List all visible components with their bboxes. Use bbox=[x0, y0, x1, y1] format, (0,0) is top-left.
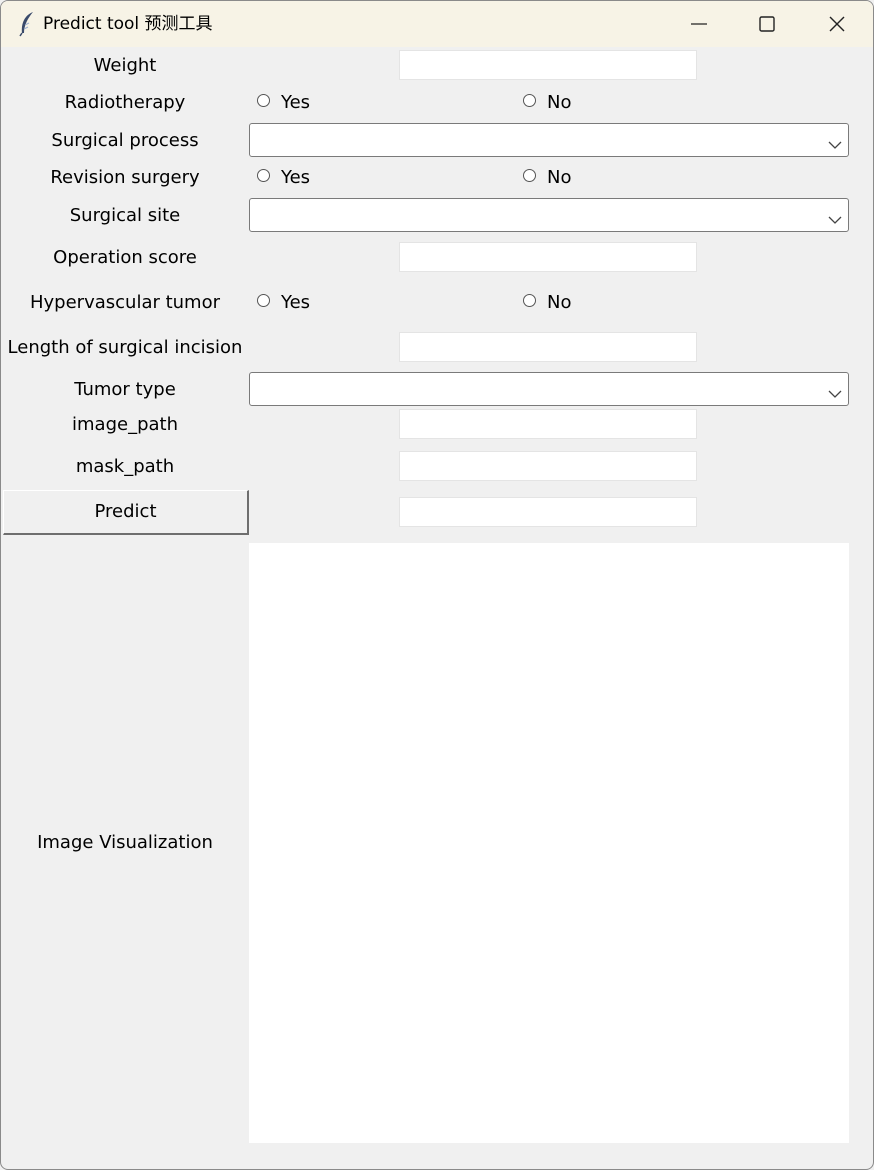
minimize-button[interactable] bbox=[665, 1, 733, 47]
incision-length-label: Length of surgical incision bbox=[7, 337, 243, 358]
window-title: Predict tool 预测工具 bbox=[43, 14, 213, 34]
surgical-process-combobox[interactable] bbox=[249, 123, 849, 157]
radio-circle-icon bbox=[257, 93, 270, 107]
radio-circle-icon bbox=[257, 168, 270, 182]
hypervascular-tumor-yes-radio[interactable]: Yes bbox=[257, 292, 310, 314]
surgical-site-label: Surgical site bbox=[69, 205, 181, 226]
radiotherapy-no-radio[interactable]: No bbox=[523, 92, 571, 114]
image-path-label: image_path bbox=[72, 414, 178, 435]
app-window: Predict tool 预测工具 Weight Radiotherapy Ye… bbox=[0, 0, 874, 1170]
hypervascular-tumor-label: Hypervascular tumor bbox=[29, 292, 221, 313]
chevron-down-icon[interactable] bbox=[828, 209, 842, 230]
radio-circle-icon bbox=[523, 168, 536, 182]
weight-input[interactable] bbox=[399, 50, 697, 80]
tumor-type-combobox[interactable] bbox=[249, 372, 849, 406]
mask-path-label: mask_path bbox=[75, 456, 175, 477]
revision-surgery-label: Revision surgery bbox=[50, 167, 200, 188]
feather-icon bbox=[17, 11, 37, 37]
mask-path-input[interactable] bbox=[399, 451, 697, 481]
radio-circle-icon bbox=[523, 293, 536, 307]
incision-length-input[interactable] bbox=[399, 332, 697, 362]
chevron-down-icon[interactable] bbox=[828, 383, 842, 404]
close-button[interactable] bbox=[803, 1, 871, 47]
prediction-result-field[interactable] bbox=[399, 497, 697, 527]
chevron-down-icon[interactable] bbox=[828, 134, 842, 155]
surgical-process-label: Surgical process bbox=[51, 130, 199, 151]
title-bar[interactable]: Predict tool 预测工具 bbox=[1, 1, 873, 47]
predict-button[interactable]: Predict bbox=[3, 490, 249, 535]
operation-score-input[interactable] bbox=[399, 242, 697, 272]
weight-label: Weight bbox=[93, 55, 157, 76]
revision-surgery-no-radio[interactable]: No bbox=[523, 167, 571, 189]
radiotherapy-label: Radiotherapy bbox=[64, 92, 186, 113]
image-visualization-label: Image Visualization bbox=[37, 832, 213, 853]
radio-circle-icon bbox=[523, 93, 536, 107]
maximize-button[interactable] bbox=[733, 1, 801, 47]
image-path-input[interactable] bbox=[399, 409, 697, 439]
close-icon bbox=[829, 16, 845, 32]
surgical-site-combobox[interactable] bbox=[249, 198, 849, 232]
maximize-icon bbox=[759, 16, 775, 32]
image-visualization-canvas bbox=[249, 543, 849, 1143]
revision-surgery-yes-radio[interactable]: Yes bbox=[257, 167, 310, 189]
minimize-icon bbox=[691, 23, 707, 25]
operation-score-label: Operation score bbox=[53, 247, 197, 268]
radiotherapy-yes-radio[interactable]: Yes bbox=[257, 92, 310, 114]
tumor-type-label: Tumor type bbox=[74, 379, 176, 400]
radio-circle-icon bbox=[257, 293, 270, 307]
hypervascular-tumor-no-radio[interactable]: No bbox=[523, 292, 571, 314]
